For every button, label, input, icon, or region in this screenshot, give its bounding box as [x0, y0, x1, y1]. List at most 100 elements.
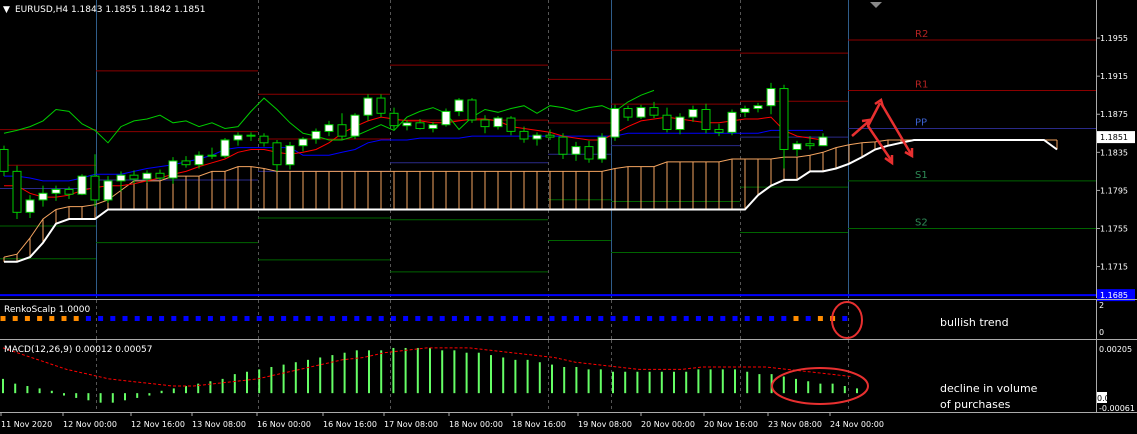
macd-tick-top: 0.00205: [1099, 345, 1132, 354]
pivot-label-R1: R1: [915, 79, 928, 90]
candle-body-56: [727, 111, 737, 133]
renko-dot-28: [342, 316, 348, 321]
symbol-header: EURUSD,H4 1.1843 1.1855 1.1842 1.1851: [15, 5, 206, 15]
candle-body-59: [766, 88, 776, 107]
candle-body-24: [311, 130, 321, 140]
time-label-11: 20 Nov 16:00: [704, 420, 758, 429]
renko-dot-62: [756, 316, 762, 321]
renko-dot-10: [122, 316, 128, 321]
time-label-8: 18 Nov 16:00: [512, 420, 566, 429]
candle-body-43: [558, 136, 568, 155]
price-tick-0: 1.1955: [1100, 34, 1128, 43]
chart-background: [0, 0, 1137, 434]
renko-dot-2: [24, 316, 30, 321]
candle-body-27: [350, 114, 360, 137]
candle-body-25: [324, 124, 334, 132]
candle-body-49: [636, 107, 646, 118]
renko-dot-14: [171, 316, 177, 321]
menu-glyph-icon[interactable]: ▼: [3, 5, 10, 15]
candle-body-46: [597, 136, 607, 160]
renko-dot-58: [708, 316, 714, 321]
time-label-0: 11 Nov 2020: [1, 420, 52, 429]
renko-label: RenkoScalp 1.0000: [4, 305, 91, 315]
price-tick-3: 1.1835: [1100, 148, 1128, 157]
candle-body-54: [701, 108, 711, 130]
candle-body-3: [38, 192, 48, 201]
candle-body-51: [662, 114, 672, 130]
time-label-5: 16 Nov 16:00: [323, 420, 377, 429]
time-label-9: 19 Nov 08:00: [578, 420, 632, 429]
candle-body-33: [428, 124, 438, 130]
pivot-label-PP: PP: [915, 118, 927, 129]
candle-body-58: [753, 105, 763, 110]
renko-dot-29: [354, 316, 360, 321]
macd-annotation-line2: of purchases: [940, 398, 1011, 411]
time-label-6: 17 Nov 08:00: [384, 420, 438, 429]
time-label-13: 24 Nov 00:00: [830, 420, 884, 429]
candle-body-50: [649, 107, 659, 116]
time-label-1: 12 Nov 00:00: [63, 420, 117, 429]
candle-body-20: [259, 135, 269, 144]
renko-dot-5: [61, 316, 67, 321]
candle-body-15: [194, 154, 204, 166]
candle-body-38: [493, 117, 503, 128]
renko-dot-4: [49, 316, 55, 321]
candle-body-47: [610, 108, 620, 138]
macd-tick-bottom: -0.00061: [1099, 404, 1135, 413]
renko-dot-53: [647, 316, 653, 321]
candle-body-53: [688, 108, 698, 118]
renko-dot-54: [659, 316, 665, 321]
candle-body-30: [389, 112, 399, 127]
renko-dot-66: [805, 316, 811, 321]
candle-body-28: [363, 97, 373, 116]
candle-body-55: [714, 128, 724, 133]
renko-dot-67: [817, 316, 823, 321]
renko-dot-43: [525, 316, 531, 321]
candle-body-29: [376, 97, 386, 114]
renko-dot-49: [598, 316, 604, 321]
renko-dot-15: [183, 316, 189, 321]
renko-dot-69: [842, 316, 848, 321]
renko-dot-55: [671, 316, 677, 321]
renko-dot-44: [537, 316, 543, 321]
renko-dot-1: [12, 316, 18, 321]
time-label-7: 18 Nov 00:00: [449, 420, 503, 429]
renko-dot-59: [720, 316, 726, 321]
pivot-label-S2: S2: [915, 217, 928, 228]
renko-dot-12: [146, 316, 152, 321]
trading-chart[interactable]: R2 R1 PP S1 S2 ▼ EURUSD,H4 1.1843 1.1855 1.1…: [0, 0, 1137, 434]
renko-dot-21: [256, 316, 262, 321]
renko-dot-45: [549, 316, 555, 321]
candle-body-35: [454, 99, 464, 112]
renko-dot-22: [268, 316, 274, 321]
renko-dot-17: [207, 316, 213, 321]
renko-dot-38: [464, 316, 470, 321]
price-tick-2: 1.1875: [1100, 110, 1128, 119]
renko-dot-36: [439, 316, 445, 321]
renko-dot-65: [793, 316, 799, 321]
candle-body-10: [129, 174, 139, 180]
candle-body-34: [441, 110, 451, 126]
candle-body-5: [64, 188, 74, 195]
renko-dot-35: [427, 316, 433, 321]
pivot-label-S1: S1: [915, 170, 928, 181]
candle-body-21: [272, 142, 282, 166]
candle-body-22: [285, 145, 295, 166]
candle-body-57: [740, 108, 750, 113]
candle-body-13: [168, 160, 178, 179]
macd-label: MACD(12,26,9) 0.00012 0.00057: [4, 345, 153, 355]
renko-dot-31: [378, 316, 384, 321]
candle-body-61: [792, 143, 802, 150]
renko-dot-50: [610, 316, 616, 321]
candle-body-42: [545, 134, 555, 138]
price-tick-4: 1.1795: [1100, 186, 1128, 195]
candle-body-63: [818, 136, 828, 147]
candle-body-41: [532, 134, 542, 140]
renko-annotation: bullish trend: [940, 316, 1009, 329]
renko-dot-64: [781, 316, 787, 321]
candle-body-31: [402, 122, 412, 127]
renko-dot-61: [744, 316, 750, 321]
renko-dot-8: [98, 316, 104, 321]
renko-dot-52: [634, 316, 640, 321]
current-price-label: 1.1851: [1100, 133, 1128, 142]
